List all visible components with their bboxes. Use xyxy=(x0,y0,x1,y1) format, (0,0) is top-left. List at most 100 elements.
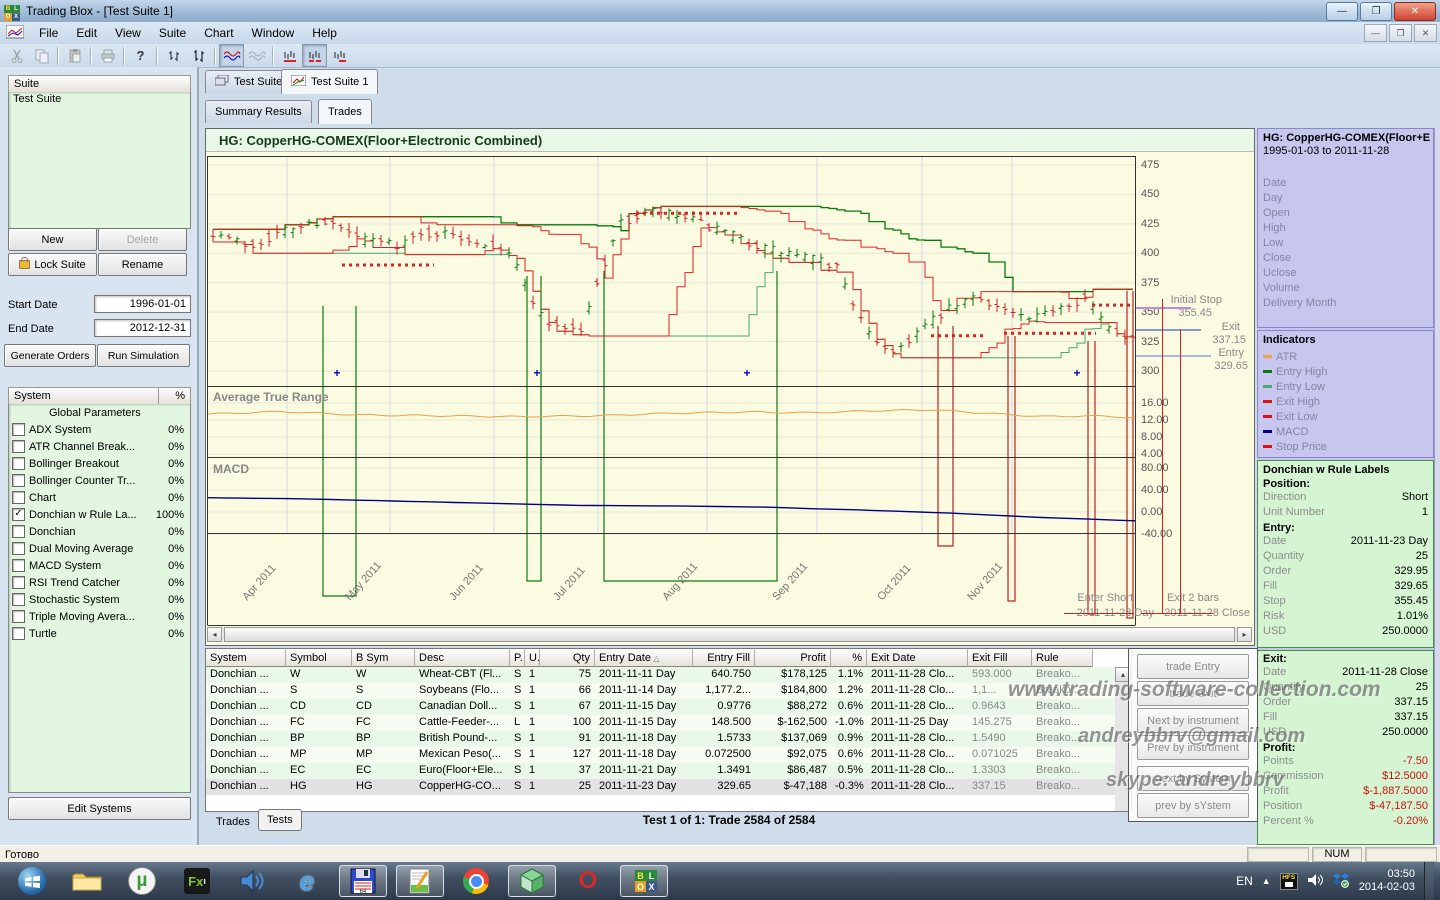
system-list-item[interactable]: Triple Moving Avera...0% xyxy=(9,608,190,625)
taskbar-clock[interactable]: 03:50 2014-02-03 xyxy=(1359,868,1415,894)
column-header-rule[interactable]: Rule xyxy=(1032,649,1093,667)
waves-color-icon[interactable] xyxy=(219,44,244,67)
mdi-close-button[interactable]: ✕ xyxy=(1414,24,1437,42)
paste-icon[interactable] xyxy=(62,44,87,67)
table-row[interactable]: Donchian ...HGHGCopperHG-CO...S1252011-1… xyxy=(206,779,1131,795)
system-checkbox[interactable] xyxy=(12,576,25,589)
table-row[interactable]: Donchian ...MPMPMexican Peso(...S1127201… xyxy=(206,747,1131,763)
column-header-exitdate[interactable]: Exit Date xyxy=(867,649,968,667)
explorer-icon[interactable] xyxy=(64,866,110,896)
redbar-1-icon[interactable] xyxy=(277,44,302,67)
system-column-header[interactable]: System xyxy=(8,387,159,405)
scroll-thumb[interactable] xyxy=(224,627,1235,642)
suite-list-item[interactable]: Test Suite xyxy=(9,92,190,106)
system-list-item[interactable]: Stochastic System0% xyxy=(9,591,190,608)
system-checkbox[interactable] xyxy=(12,474,25,487)
volume-tray-icon[interactable] xyxy=(1307,873,1323,890)
column-header-p[interactable]: P. xyxy=(510,649,525,667)
copy-icon[interactable] xyxy=(29,44,54,67)
column-header-profit[interactable]: Profit xyxy=(755,649,831,667)
table-row[interactable]: Donchian ...BPBPBritish Pound-...S191201… xyxy=(206,731,1131,747)
generate-orders-button[interactable]: Generate Orders xyxy=(4,344,96,367)
system-checkbox[interactable] xyxy=(12,627,25,640)
bars-small-icon[interactable] xyxy=(161,44,186,67)
tab-trades[interactable]: Trades xyxy=(318,99,372,124)
redbar-2-icon[interactable] xyxy=(302,44,327,67)
system-checkbox[interactable] xyxy=(12,423,25,436)
column-header-exitfill[interactable]: Exit Fill xyxy=(968,649,1032,667)
tray-expand-icon[interactable]: ▲ xyxy=(1262,876,1271,886)
restore-button[interactable]: ❐ xyxy=(1360,2,1392,21)
language-indicator[interactable]: EN xyxy=(1236,874,1253,888)
help-icon[interactable]: ? xyxy=(128,44,153,67)
system-list-item[interactable]: RSI Trend Catcher0% xyxy=(9,574,190,591)
menu-item-file[interactable]: File xyxy=(30,23,67,43)
notepad-app-icon[interactable] xyxy=(396,865,444,897)
bars-large-icon[interactable] xyxy=(186,44,211,67)
column-header-desc[interactable]: Desc xyxy=(415,649,510,667)
start-date-field[interactable]: 1996-01-01 xyxy=(94,295,191,313)
tab-test-suite-1[interactable]: Test Suite 1 xyxy=(281,69,378,94)
trading-blox-icon[interactable]: BLOX xyxy=(620,865,668,897)
fx-app-icon[interactable]: Fxι xyxy=(174,866,220,896)
edit-systems-button[interactable]: Edit Systems xyxy=(8,797,191,820)
volume-app-icon[interactable] xyxy=(229,866,275,896)
suite-list[interactable]: Test Suite xyxy=(8,92,191,229)
lock-suite-button[interactable]: Lock Suite xyxy=(8,253,97,276)
cube-app-icon[interactable] xyxy=(508,865,556,897)
column-header-%[interactable]: % xyxy=(831,649,867,667)
show-desktop-button[interactable] xyxy=(1424,862,1434,900)
column-header-qty[interactable]: Qty xyxy=(540,649,595,667)
scroll-left-arrow[interactable]: ◂ xyxy=(207,627,222,642)
menu-item-view[interactable]: View xyxy=(106,23,150,43)
waves-gray-icon[interactable] xyxy=(244,44,269,67)
column-header-bsym[interactable]: B Sym xyxy=(352,649,415,667)
system-list-item[interactable]: Dual Moving Average0% xyxy=(9,540,190,557)
minimize-button[interactable]: — xyxy=(1326,2,1358,21)
system-checkbox[interactable] xyxy=(12,457,25,470)
delete-button[interactable]: Delete xyxy=(98,228,187,251)
system-checkbox[interactable] xyxy=(12,491,25,504)
system-list-item[interactable]: MACD System0% xyxy=(9,557,190,574)
system-list-item[interactable]: ✓Donchian w Rule La...100% xyxy=(9,506,190,523)
rename-button[interactable]: Rename xyxy=(98,253,187,276)
internet-explorer-icon[interactable]: e xyxy=(284,866,330,896)
system-list-item[interactable]: ADX System0% xyxy=(9,421,190,438)
close-button[interactable]: ✕ xyxy=(1394,2,1436,21)
menu-item-edit[interactable]: Edit xyxy=(67,23,106,43)
tab-summary-results[interactable]: Summary Results xyxy=(205,100,312,123)
scroll-right-arrow[interactable]: ▸ xyxy=(1237,627,1252,642)
mdi-minimize-button[interactable]: — xyxy=(1364,24,1387,42)
new-button[interactable]: New xyxy=(8,228,97,251)
end-date-field[interactable]: 2012-12-31 xyxy=(94,319,191,337)
column-header-system[interactable]: System xyxy=(206,649,286,667)
print-icon[interactable] xyxy=(95,44,120,67)
menu-item-suite[interactable]: Suite xyxy=(150,23,195,43)
system-list-item[interactable]: Donchian0% xyxy=(9,523,190,540)
column-header-entryfill[interactable]: Entry Fill xyxy=(693,649,755,667)
mdi-restore-button[interactable]: ❐ xyxy=(1389,24,1412,42)
dropbox-tray-icon[interactable] xyxy=(1332,872,1350,891)
system-checkbox[interactable] xyxy=(12,593,25,606)
nav-button-trade-exit[interactable]: trade eXit xyxy=(1137,681,1249,706)
system-checkbox[interactable] xyxy=(12,440,25,453)
system-checkbox[interactable] xyxy=(12,542,25,555)
system-checkbox[interactable] xyxy=(12,559,25,572)
utorrent-icon[interactable]: µ xyxy=(119,866,165,896)
info-panel-scrollbar[interactable] xyxy=(1434,128,1440,845)
opera-icon[interactable]: O xyxy=(565,866,611,896)
nav-button-next-by-system[interactable]: next by System xyxy=(1137,766,1249,791)
nav-button-next-by-instrument[interactable]: Next by instrument xyxy=(1137,708,1249,733)
system-list-item[interactable]: ATR Channel Break...0% xyxy=(9,438,190,455)
system-list-item[interactable]: Bollinger Counter Tr...0% xyxy=(9,472,190,489)
start-button[interactable] xyxy=(9,866,55,896)
column-header-symbol[interactable]: Symbol xyxy=(286,649,352,667)
nav-button-trade-entry[interactable]: trade Entry xyxy=(1137,654,1249,679)
run-simulation-button[interactable]: Run Simulation xyxy=(97,344,190,367)
tab-test-suite[interactable]: Test Suite xyxy=(205,70,292,93)
table-row[interactable]: Donchian ...FCFCCattle-Feeder-...L110020… xyxy=(206,715,1131,731)
chart-horizontal-scrollbar[interactable]: ◂ ▸ xyxy=(207,627,1252,642)
system-checkbox[interactable] xyxy=(12,525,25,538)
column-header-entrydate[interactable]: Entry Date △ xyxy=(595,649,693,667)
system-list-item[interactable]: Bollinger Breakout0% xyxy=(9,455,190,472)
